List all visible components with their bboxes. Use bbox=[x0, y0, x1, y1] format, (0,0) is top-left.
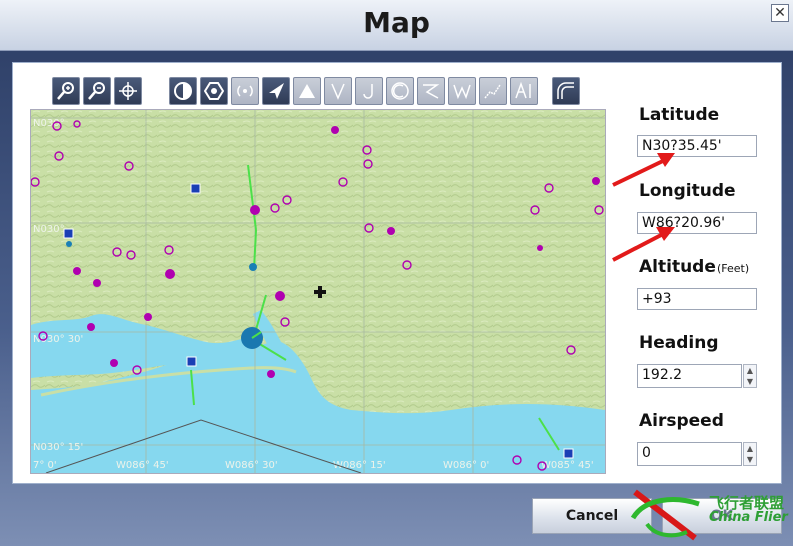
zoom-in-button[interactable] bbox=[52, 77, 80, 105]
airport-icon bbox=[87, 323, 95, 331]
grid-label: N030° 15' bbox=[33, 442, 83, 453]
aircraft-position bbox=[241, 327, 263, 349]
airway-j-toggle-button[interactable] bbox=[355, 77, 383, 105]
terrain-toggle-button[interactable] bbox=[552, 77, 580, 105]
altitude-unit: (Feet) bbox=[717, 262, 750, 275]
grid-label: W086° 15' bbox=[333, 460, 386, 471]
triangle-icon bbox=[299, 84, 315, 98]
spin-up-icon[interactable]: ▲ bbox=[744, 443, 756, 454]
airport-icon bbox=[537, 245, 543, 251]
airway-v-toggle-button[interactable] bbox=[324, 77, 352, 105]
airspeed-spinner[interactable]: ▲ ▼ bbox=[743, 442, 757, 466]
airport-label-icon bbox=[515, 81, 531, 99]
beacon-icon bbox=[237, 85, 253, 97]
grid-label: W086° 0' bbox=[443, 460, 489, 471]
airspeed-input[interactable]: 0 bbox=[637, 442, 742, 466]
vor-icon bbox=[174, 82, 192, 100]
airport-icon bbox=[93, 279, 101, 287]
ndb-icon bbox=[249, 263, 257, 271]
map-canvas[interactable]: N030° N030° N030° 30' N030° 15' 7° 0' W0… bbox=[31, 110, 605, 473]
airport-icon bbox=[165, 269, 175, 279]
heading-spinner[interactable]: ▲ ▼ bbox=[743, 364, 757, 388]
restricted-toggle-button[interactable] bbox=[386, 77, 414, 105]
ndb-toggle-button[interactable] bbox=[200, 77, 228, 105]
airspeed-label: Airspeed bbox=[639, 411, 724, 431]
heading-input[interactable]: 192.2 bbox=[637, 364, 742, 388]
airport-icon bbox=[275, 291, 285, 301]
triangle-toggle-button[interactable] bbox=[293, 77, 321, 105]
close-button[interactable]: ✕ bbox=[771, 4, 789, 22]
zoom-in-icon bbox=[57, 82, 74, 100]
heading-label: Heading bbox=[639, 333, 719, 353]
airway-j-icon bbox=[363, 84, 373, 99]
vor-icon bbox=[63, 228, 74, 239]
aircraft-toggle-button[interactable] bbox=[262, 77, 290, 105]
route-toggle-button[interactable] bbox=[417, 77, 445, 105]
grid-label: N030° bbox=[33, 224, 65, 235]
watermark: 飞行者联盟 China Flier bbox=[625, 478, 791, 542]
zoom-out-icon bbox=[88, 82, 105, 100]
spin-up-icon[interactable]: ▲ bbox=[744, 365, 756, 376]
altitude-input[interactable]: +93 bbox=[637, 288, 757, 310]
aircraft-icon bbox=[269, 83, 284, 99]
beacon-toggle-button[interactable] bbox=[231, 77, 259, 105]
title-bar: Map ✕ bbox=[0, 0, 793, 51]
ndb-icon bbox=[66, 241, 72, 247]
airport-icon bbox=[331, 126, 339, 134]
vor-icon bbox=[563, 448, 574, 459]
airway-v-icon bbox=[331, 83, 345, 100]
arrow-icon bbox=[612, 157, 668, 187]
vor-toggle-button[interactable] bbox=[169, 77, 197, 105]
airport-icon bbox=[144, 313, 152, 321]
ndb-icon bbox=[204, 82, 224, 100]
spin-down-icon[interactable]: ▼ bbox=[744, 376, 756, 387]
watermark-logo-icon bbox=[630, 489, 700, 541]
grid-label: 7° 0' bbox=[33, 460, 57, 471]
airport-icon bbox=[387, 227, 395, 235]
airport-icon bbox=[250, 205, 260, 215]
route-icon bbox=[423, 84, 440, 99]
arrow-icon bbox=[612, 231, 666, 262]
vor-icon bbox=[190, 183, 201, 194]
airport-icon bbox=[73, 267, 81, 275]
latitude-label: Latitude bbox=[639, 105, 720, 125]
airport-icon bbox=[592, 177, 600, 185]
waypoint-w-toggle-button[interactable] bbox=[448, 77, 476, 105]
vor-icon bbox=[186, 356, 197, 367]
airport-label-toggle-button[interactable] bbox=[510, 77, 538, 105]
map-dialog: Map ✕ N030° N030° N030° 30' N030° 15' 7°… bbox=[0, 0, 793, 546]
track-toggle-button[interactable] bbox=[479, 77, 507, 105]
map-view[interactable]: N030° N030° N030° 30' N030° 15' 7° 0' W0… bbox=[30, 109, 606, 474]
airport-icon bbox=[267, 370, 275, 378]
airport-icon bbox=[110, 359, 118, 367]
watermark-text: China Flier bbox=[709, 510, 788, 525]
spin-down-icon[interactable]: ▼ bbox=[744, 454, 756, 465]
annotation-arrows bbox=[612, 153, 675, 262]
grid-label: W086° 45' bbox=[116, 460, 169, 471]
waypoint-w-icon bbox=[453, 84, 471, 100]
grid-label: W085° 45' bbox=[541, 460, 594, 471]
dialog-title: Map bbox=[363, 6, 430, 39]
center-button[interactable] bbox=[114, 77, 142, 105]
terrain-icon bbox=[557, 82, 574, 99]
center-icon bbox=[119, 82, 137, 100]
grid-label: W086° 30' bbox=[225, 460, 278, 471]
zoom-out-button[interactable] bbox=[83, 77, 111, 105]
track-icon bbox=[484, 84, 501, 99]
restricted-icon bbox=[391, 82, 409, 100]
